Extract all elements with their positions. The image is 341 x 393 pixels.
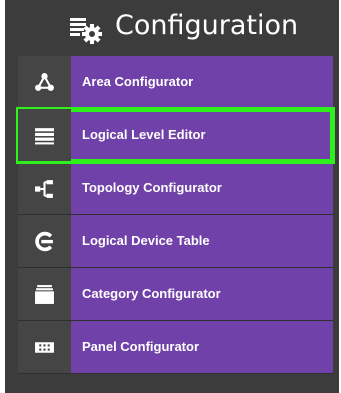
layers-icon [18,109,71,161]
menu-item-area-configurator[interactable]: Area Configurator [18,56,333,109]
menu-item-label: Logical Level Editor [82,127,206,142]
menu-item-category-configurator[interactable]: Category Configurator [18,268,333,321]
page-title: Configuration [115,10,299,41]
menu-item-logical-level-editor[interactable]: Logical Level Editor [16,107,335,164]
menu-item-label: Topology Configurator [82,180,222,195]
topology-icon [18,162,71,214]
menu-item-label: Panel Configurator [82,339,200,354]
panel-header: Configuration [5,0,339,52]
configuration-panel: Configuration Area Configurator Logical … [5,0,339,393]
menu-item-topology-configurator[interactable]: Topology Configurator [18,162,333,215]
menu-item-panel-configurator[interactable]: Panel Configurator [18,321,333,374]
panel-keypad-icon [18,321,71,373]
configuration-gear-icon [68,16,104,44]
configuration-menu: Area Configurator Logical Level Editor T… [16,56,335,374]
menu-item-label: Area Configurator [82,74,194,89]
logical-device-icon [18,215,71,267]
area-network-icon [18,56,71,108]
menu-item-logical-device-table[interactable]: Logical Device Table [18,215,333,268]
menu-item-label: Category Configurator [82,286,221,301]
menu-item-label: Logical Device Table [82,233,210,248]
category-drawer-icon [18,268,71,320]
